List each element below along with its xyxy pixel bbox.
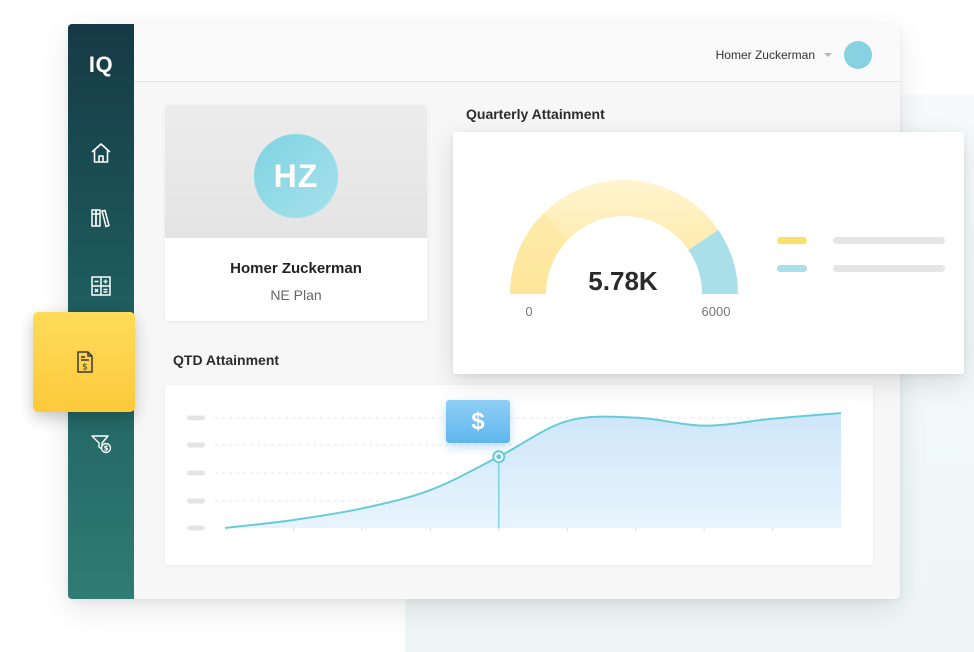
y-tick-placeholder bbox=[187, 442, 205, 448]
profile-name: Homer Zuckerman bbox=[230, 260, 362, 277]
dollar-marker-badge: $ bbox=[446, 400, 510, 443]
gauge-min-label: 0 bbox=[525, 304, 533, 319]
profile-plan: NE Plan bbox=[270, 287, 322, 303]
legend-swatch-secondary bbox=[777, 265, 807, 272]
svg-text:$: $ bbox=[82, 363, 88, 373]
qtd-area-chart bbox=[187, 412, 842, 531]
gauge-max-label: 6000 bbox=[701, 304, 731, 319]
svg-text:$: $ bbox=[104, 445, 109, 453]
y-tick-placeholder bbox=[187, 525, 205, 531]
calculator-icon[interactable] bbox=[87, 272, 115, 300]
y-tick-placeholder bbox=[187, 415, 205, 421]
books-icon[interactable] bbox=[87, 204, 115, 232]
legend-placeholder-line bbox=[833, 237, 945, 244]
y-tick-placeholder bbox=[187, 498, 205, 504]
chevron-down-icon[interactable] bbox=[824, 53, 832, 57]
dollar-filter-icon[interactable]: $ bbox=[87, 429, 115, 457]
highlight-point-inner bbox=[496, 454, 502, 460]
home-icon[interactable] bbox=[87, 139, 115, 167]
qtd-area-fill bbox=[225, 413, 841, 528]
top-header: Homer Zuckerman bbox=[134, 24, 900, 82]
app-logo: IQ bbox=[88, 52, 114, 77]
legend-swatch-primary bbox=[777, 237, 807, 244]
user-avatar[interactable] bbox=[844, 41, 872, 69]
user-menu-name[interactable]: Homer Zuckerman bbox=[716, 48, 815, 62]
gauge-value: 5.78K bbox=[588, 266, 658, 296]
sidebar-item-statements[interactable]: $ bbox=[33, 312, 135, 412]
dollar-document-icon: $ bbox=[77, 351, 93, 373]
quarterly-attainment-title: Quarterly Attainment bbox=[466, 106, 605, 122]
y-tick-placeholder bbox=[187, 470, 205, 476]
profile-card: HZ Homer Zuckerman NE Plan bbox=[165, 105, 427, 321]
qtd-chart-card bbox=[165, 385, 873, 565]
qtd-attainment-title: QTD Attainment bbox=[173, 352, 280, 368]
gauge-chart bbox=[510, 180, 738, 294]
profile-avatar: HZ bbox=[254, 134, 338, 218]
legend-placeholder-line bbox=[833, 265, 945, 272]
quarterly-gauge-card: 5.78K 0 6000 bbox=[453, 132, 964, 374]
